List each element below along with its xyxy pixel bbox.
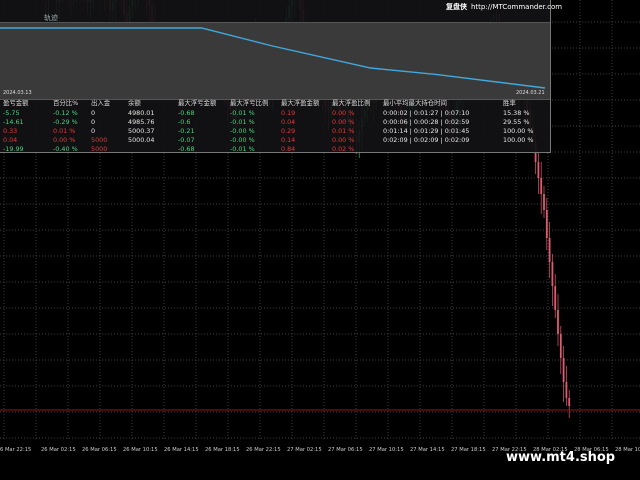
table-cell: -0.01 % xyxy=(230,118,255,126)
table-header: 最小平均最大持仓时间 xyxy=(383,99,447,107)
table-header: 胜率 xyxy=(503,99,516,107)
table-cell: -0.01 % xyxy=(230,109,255,117)
table-cell: 0.00 % xyxy=(332,136,355,144)
candle-body xyxy=(557,310,559,334)
candle-body xyxy=(537,162,540,178)
table-cell: 100.00 % xyxy=(503,127,534,135)
table-cell: 5000.04 xyxy=(128,136,155,144)
table-cell: 0 xyxy=(91,118,96,126)
time-axis-label: 26 Mar 14:15 xyxy=(164,447,199,453)
table-cell: 100.00 % xyxy=(503,136,534,144)
curve-date-end: 2024.03.21 xyxy=(516,90,545,96)
candle-body xyxy=(540,178,543,194)
table-cell: 0.14 xyxy=(281,136,296,144)
table-header: 最大浮盈金额 xyxy=(281,99,320,107)
table-cell: -0.01 % xyxy=(230,145,255,153)
table-cell: 0:01:14 | 0:01:29 | 0:01:45 xyxy=(383,127,470,135)
time-axis-label: 27 Mar 02:15 xyxy=(287,447,322,453)
table-cell: 4985.76 xyxy=(128,118,155,126)
table-cell: -0.68 xyxy=(178,145,195,153)
table-cell: 0.33 xyxy=(3,127,18,135)
table-cell: 5000.37 xyxy=(128,127,155,135)
table-header: 最大浮盈比例 xyxy=(332,99,371,107)
time-axis-label: 26 Mar 10:15 xyxy=(123,447,158,453)
candle-body xyxy=(548,238,551,262)
statistics-panel: 复盘侠 http://MTCommander.com 轨迹 2024.03.13 … xyxy=(0,0,562,153)
candle-body xyxy=(551,262,554,286)
table-cell: -5.75 xyxy=(3,109,20,117)
time-axis-label: 27 Mar 14:15 xyxy=(410,447,445,453)
time-axis-label: 26 Mar 18:15 xyxy=(205,447,240,453)
equity-curve-line xyxy=(0,27,546,89)
table-cell: -0.29 % xyxy=(53,118,78,126)
time-axis-label: 27 Mar 10:15 xyxy=(369,447,404,453)
table-cell: -0.00 % xyxy=(230,136,255,144)
table-cell: 29.55 % xyxy=(503,118,530,126)
table-header: 盈亏金额 xyxy=(3,99,29,107)
table-cell: 0.01 % xyxy=(332,127,355,135)
table-cell: -19.99 xyxy=(3,145,24,153)
table-cell: 0.00 % xyxy=(53,136,76,144)
table-cell: 0.19 xyxy=(281,109,296,117)
equity-curve xyxy=(0,27,546,89)
table-cell: 0.04 xyxy=(3,136,18,144)
candle-body xyxy=(545,210,548,238)
time-axis-label: 26 Mar 02:15 xyxy=(41,447,76,453)
table-cell: 5000 xyxy=(91,145,108,153)
table-header: 出入金 xyxy=(91,99,111,107)
table-cell: 0.00 % xyxy=(332,118,355,126)
table-cell: -0.21 xyxy=(178,127,195,135)
candle-body xyxy=(568,398,571,406)
table-cell: 0 xyxy=(91,127,96,135)
statistics-table: 盈亏金额 百分比% 出入金 余额 最大浮亏金额 最大浮亏比例 最大浮盈金额 最大浮盈比例 最小平… xyxy=(0,98,550,153)
table-cell: 0.04 xyxy=(281,118,296,126)
time-axis-label: 26 Mar 06:15 xyxy=(82,447,117,453)
table-cell: 0 xyxy=(91,109,96,117)
time-axis-label: 27 Mar 06:15 xyxy=(328,447,363,453)
candle-body xyxy=(562,358,565,382)
table-cell: 0:00:06 | 0:00:28 | 0:02:59 xyxy=(383,118,470,126)
candle-body xyxy=(554,286,557,310)
brand-name: 复盘侠 xyxy=(446,3,467,11)
table-cell: 0:00:02 | 0:01:27 | 0:07:10 xyxy=(383,109,470,117)
table-cell: -14.61 xyxy=(3,118,24,126)
table-header: 最大浮亏比例 xyxy=(230,99,269,107)
table-cell: 0:02:09 | 0:02:09 | 0:02:09 xyxy=(383,136,470,144)
table-cell: 15.38 % xyxy=(503,109,530,117)
candle-body xyxy=(559,334,562,358)
table-cell: -0.6 xyxy=(178,118,191,126)
table-cell: -0.00 % xyxy=(230,127,255,135)
table-cell: 0.02 % xyxy=(332,145,355,153)
table-header: 百分比% xyxy=(53,99,79,107)
candle-body xyxy=(565,382,568,398)
table-cell: 0.01 % xyxy=(53,127,76,135)
time-axis-label: 6 Mar 22:15 xyxy=(0,447,32,453)
table-cell: 4980.01 xyxy=(128,109,155,117)
watermark: www.mt4.shop xyxy=(506,450,616,465)
table-cell: 5000 xyxy=(91,136,108,144)
time-axis-label: 27 Mar 18:15 xyxy=(451,447,486,453)
time-axis-label: 26 Mar 22:15 xyxy=(246,447,281,453)
table-cell: 0.29 xyxy=(281,127,296,135)
equity-curve-panel: 2024.03.13 2024.03.21 xyxy=(0,22,550,100)
curve-date-start: 2024.03.13 xyxy=(3,90,32,96)
table-cell: -0.07 xyxy=(178,136,195,144)
table-header: 最大浮亏金额 xyxy=(178,99,217,107)
table-cell: 0.00 % xyxy=(332,109,355,117)
brand-url[interactable]: http://MTCommander.com xyxy=(471,3,562,11)
table-cell: 0.84 xyxy=(281,145,296,153)
table-header: 余额 xyxy=(128,99,141,107)
candle-body xyxy=(543,194,545,210)
table-cell: -0.40 % xyxy=(53,145,78,153)
panel-title: 复盘侠 http://MTCommander.com xyxy=(446,2,562,12)
table-cell: -0.68 xyxy=(178,109,195,117)
table-cell: -0.12 % xyxy=(53,109,78,117)
time-axis-label: 28 Mar 10:15 xyxy=(615,447,640,453)
